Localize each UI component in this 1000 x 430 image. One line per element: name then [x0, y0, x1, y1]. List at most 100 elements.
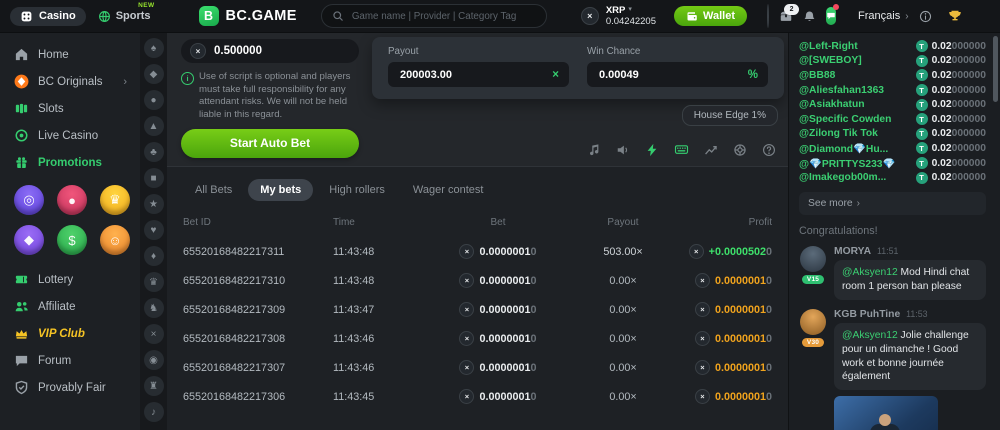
game-shortcut-1[interactable]: ♠: [144, 38, 164, 58]
search-input[interactable]: [350, 10, 536, 23]
winner-username[interactable]: @Imakegob00m...: [799, 172, 886, 183]
sports-label: Sports: [116, 10, 151, 22]
winner-username[interactable]: @BB88: [799, 70, 835, 81]
table-row[interactable]: 6552016848221731111:43:48×0.00000010503.…: [183, 237, 772, 266]
bet-amount-field[interactable]: ×: [181, 39, 359, 63]
game-shortcut-14[interactable]: ♜: [144, 376, 164, 396]
rain-winner-row[interactable]: @Imakegob00m...T0.02000000: [799, 170, 986, 185]
currency-selector[interactable]: × XRP ▾ 0.04242205: [581, 5, 656, 28]
chip-icon[interactable]: [733, 143, 747, 157]
logo[interactable]: B BC.GAME: [199, 6, 297, 26]
winner-username[interactable]: @Aliesfahan1363: [799, 85, 884, 96]
sidebar-item-provably-fair[interactable]: Provably Fair: [0, 374, 140, 401]
chat-scrollbar[interactable]: [993, 36, 998, 102]
promo-icon-target[interactable]: ◎: [14, 185, 44, 215]
winner-username[interactable]: @Zilong Tik Tok: [799, 128, 878, 139]
wallet-button[interactable]: Wallet: [674, 6, 747, 26]
promo-icon-cash[interactable]: $: [57, 225, 87, 255]
user-avatar[interactable]: [767, 4, 769, 28]
nav-sports-button[interactable]: Sports NEW: [98, 10, 151, 23]
game-shortcut-9[interactable]: ♦: [144, 246, 164, 266]
game-shortcut-7[interactable]: ★: [144, 194, 164, 214]
win-chance-input[interactable]: [597, 68, 748, 82]
sidebar-item-affiliate[interactable]: Affiliate: [0, 293, 140, 320]
rain-winner-row[interactable]: @Aliesfahan1363T0.02000000: [799, 83, 986, 98]
sound-icon[interactable]: [616, 143, 630, 157]
turbo-bolt-icon[interactable]: [645, 143, 659, 157]
nav-casino-button[interactable]: Casino: [10, 7, 86, 26]
game-shortcut-10[interactable]: ♛: [144, 272, 164, 292]
info-button[interactable]: [919, 10, 932, 23]
winner-username[interactable]: @Asiakhatun: [799, 99, 865, 110]
table-row[interactable]: 6552016848221730611:43:45×0.000000100.00…: [183, 382, 772, 411]
mention-link[interactable]: @Aksyen12: [842, 330, 901, 341]
tournament-button[interactable]: [948, 9, 962, 23]
tab-high-rollers[interactable]: High rollers: [317, 179, 397, 201]
promo-icon-genie[interactable]: ☺: [100, 225, 130, 255]
mention-link[interactable]: @Aksyen12: [842, 267, 901, 278]
promo-icon-gem[interactable]: ◆: [14, 225, 44, 255]
avatar[interactable]: [800, 309, 826, 335]
game-shortcut-4[interactable]: ▲: [144, 116, 164, 136]
live-stats-icon[interactable]: [704, 143, 718, 157]
winner-username[interactable]: @Specific Cowden: [799, 114, 891, 125]
game-shortcut-2[interactable]: ◆: [144, 64, 164, 84]
winner-username[interactable]: @Left-Right: [799, 41, 858, 52]
winner-username[interactable]: @[SWEBOY]: [799, 55, 862, 66]
tab-all-bets[interactable]: All Bets: [183, 179, 244, 201]
rain-winner-row[interactable]: @Specific CowdenT0.02000000: [799, 112, 986, 127]
sidebar-item-bc-originals[interactable]: BC Originals›: [0, 68, 140, 95]
table-row[interactable]: 6552016848221730911:43:47×0.000000100.00…: [183, 295, 772, 324]
rain-winner-row[interactable]: @AsiakhatunT0.02000000: [799, 97, 986, 112]
sidebar-item-forum[interactable]: Forum: [0, 347, 140, 374]
sidebar-item-lottery[interactable]: Lottery: [0, 266, 140, 293]
sidebar-item-slots[interactable]: Slots: [0, 95, 140, 122]
chat-username[interactable]: KGB PuhTine: [834, 309, 900, 320]
sidebar-item-home[interactable]: Home: [0, 41, 140, 68]
promo-icon-crown[interactable]: ♛: [100, 185, 130, 215]
game-shortcut-12[interactable]: ×: [144, 324, 164, 344]
win-chance-input-wrap[interactable]: %: [587, 62, 768, 87]
game-shortcut-3[interactable]: ●: [144, 90, 164, 110]
chat-toggle-button[interactable]: [826, 7, 836, 25]
music-icon[interactable]: [587, 143, 601, 157]
rain-winner-row[interactable]: @Zilong Tik TokT0.02000000: [799, 127, 986, 142]
search-bar[interactable]: [321, 4, 547, 28]
sidebar-item-vip-club[interactable]: VIP Club: [0, 320, 140, 347]
promo-icon-ball[interactable]: ●: [57, 185, 87, 215]
game-shortcut-6[interactable]: ■: [144, 168, 164, 188]
sidebar-item-live-casino[interactable]: Live Casino: [0, 122, 140, 149]
start-auto-bet-button[interactable]: Start Auto Bet: [181, 129, 359, 158]
rain-winner-row[interactable]: @[SWEBOY]T0.02000000: [799, 54, 986, 69]
rain-winner-row[interactable]: @BB88T0.02000000: [799, 68, 986, 83]
tab-wager-contest[interactable]: Wager contest: [401, 179, 496, 201]
payout-input-wrap[interactable]: ×: [388, 62, 569, 87]
notifications-button[interactable]: [803, 10, 816, 23]
rain-winner-row[interactable]: @💎PRITTYS233💎T0.02000000: [799, 156, 986, 171]
tab-my-bets[interactable]: My bets: [248, 179, 313, 201]
rain-winner-row[interactable]: @Left-RightT0.02000000: [799, 39, 986, 54]
table-row[interactable]: 6552016848221730711:43:46×0.000000100.00…: [183, 353, 772, 382]
game-shortcut-11[interactable]: ♞: [144, 298, 164, 318]
table-row[interactable]: 6552016848221731011:43:48×0.000000100.00…: [183, 266, 772, 295]
language-selector[interactable]: Français ›: [858, 10, 909, 22]
avatar[interactable]: [800, 246, 826, 272]
game-shortcut-13[interactable]: ◉: [144, 350, 164, 370]
bonus-chest-button[interactable]: 2: [779, 9, 793, 23]
winner-username[interactable]: @💎PRITTYS233💎: [799, 157, 895, 170]
affiliate-icon: [13, 299, 29, 314]
chat-username[interactable]: MORYA: [834, 246, 871, 257]
table-row[interactable]: 6552016848221730811:43:46×0.000000100.00…: [183, 324, 772, 353]
payout-input[interactable]: [398, 68, 552, 82]
game-shortcut-8[interactable]: ♥: [144, 220, 164, 240]
see-more-button[interactable]: See more ›: [799, 192, 986, 215]
game-shortcut-15[interactable]: ♪: [144, 402, 164, 422]
sidebar-item-promotions[interactable]: Promotions: [0, 149, 140, 176]
hotkeys-icon[interactable]: [674, 142, 689, 157]
help-icon[interactable]: [762, 143, 776, 157]
bet-amount-input[interactable]: [212, 44, 350, 58]
rain-winner-row[interactable]: @Diamond💎Hu...T0.02000000: [799, 141, 986, 156]
video-thumbnail[interactable]: Let's screw it up: [834, 396, 938, 430]
game-shortcut-5[interactable]: ♣: [144, 142, 164, 162]
winner-username[interactable]: @Diamond💎Hu...: [799, 142, 888, 155]
